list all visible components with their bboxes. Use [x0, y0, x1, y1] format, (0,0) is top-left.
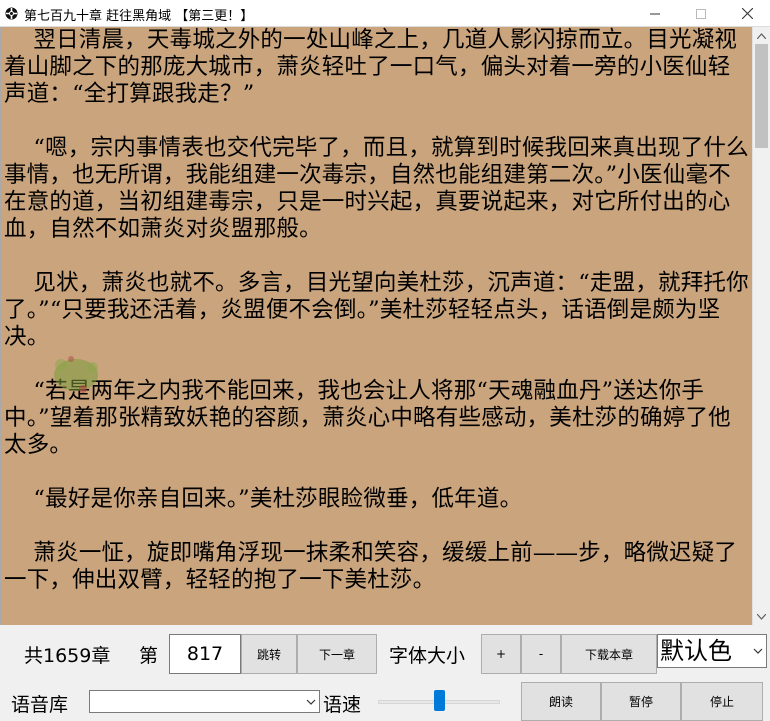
watermark-splash-icon [54, 356, 98, 393]
chevron-down-icon [753, 648, 763, 654]
title-bar: 第七百九十章 赶往黑角域 【第三更！】 [0, 0, 770, 27]
app-icon [5, 7, 18, 20]
chapter-number-input[interactable]: 817 [169, 634, 241, 674]
read-aloud-button[interactable]: 朗读 [521, 682, 601, 721]
chapter-prefix-label: 第 [139, 645, 159, 667]
maximize-button[interactable] [678, 0, 724, 27]
paragraph: 翌日清晨，天毒城之外的一处山峰之上，几道人影闪掠而立。目光凝视着山脚之下的那庞大… [4, 27, 738, 107]
chevron-down-icon [757, 613, 766, 620]
next-chapter-button[interactable]: 下一章 [297, 634, 377, 674]
stop-button[interactable]: 停止 [681, 682, 763, 721]
minimize-button[interactable] [632, 0, 678, 27]
reader-text-area[interactable]: 翌日清晨，天毒城之外的一处山峰之上，几道人影闪掠而立。目光凝视着山脚之下的那庞大… [0, 27, 752, 625]
font-size-label: 字体大小 [389, 645, 466, 667]
font-decrease-button[interactable]: - [521, 634, 561, 674]
voice-library-label: 语音库 [11, 694, 69, 716]
scrollbar-thumb[interactable] [755, 44, 768, 148]
total-chapters-label: 共1659章 [24, 645, 111, 667]
scroll-up-button[interactable] [753, 27, 770, 44]
download-chapter-button[interactable]: 下载本章 [561, 634, 657, 674]
voice-library-select[interactable] [89, 690, 320, 713]
paragraph: “嗯，宗内事情表也交代完毕了，而且，就算到时候我回来真出现了什么事情，也无所谓，… [4, 135, 749, 242]
window-title: 第七百九十章 赶往黑角域 【第三更！】 [24, 9, 254, 24]
paragraph: “最好是你亲自回来。”美杜莎眼睑微垂，低年道。 [4, 486, 523, 512]
speed-slider-thumb[interactable] [434, 690, 445, 711]
pause-button[interactable]: 暂停 [601, 682, 681, 721]
speed-label: 语速 [323, 694, 362, 716]
font-increase-button[interactable]: + [481, 634, 521, 674]
jump-button[interactable]: 跳转 [241, 634, 297, 674]
maximize-icon [696, 8, 706, 19]
paragraph: 萧炎一怔，旋即嘴角浮现一抹柔和笑容，缓缓上前——步，略微迟疑了一下，伸出双臂，轻… [4, 540, 738, 593]
color-select-value: 默认色 [660, 637, 732, 665]
scroll-down-button[interactable] [753, 608, 770, 625]
close-button[interactable] [724, 0, 770, 27]
chapter-content: 翌日清晨，天毒城之外的一处山峰之上，几道人影闪掠而立。目光凝视着山脚之下的那庞大… [4, 27, 749, 621]
close-icon [741, 8, 753, 19]
minimize-icon [650, 13, 660, 14]
vertical-scrollbar[interactable] [752, 27, 770, 625]
chevron-up-icon [757, 32, 766, 39]
background-color-select[interactable]: 默认色 [657, 634, 767, 668]
chevron-down-icon [306, 699, 316, 705]
